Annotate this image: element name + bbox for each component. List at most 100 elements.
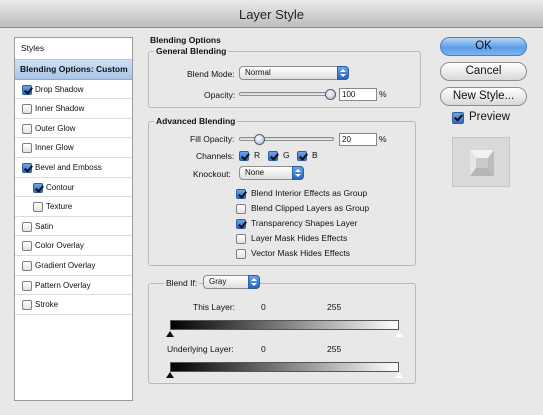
advanced-option-checkbox[interactable]: Vector Mask Hides Effects	[236, 248, 351, 259]
underlying-layer-white-slider[interactable]	[394, 371, 404, 379]
blend-if-label: Blend If:	[164, 278, 200, 288]
style-checkbox[interactable]	[22, 123, 32, 134]
style-item-label: Stroke	[35, 300, 59, 310]
blending-options-title: Blending Options	[150, 35, 221, 45]
channel-r-label: R	[254, 150, 261, 160]
checkbox-icon	[236, 234, 246, 244]
this-layer-white-slider[interactable]	[394, 330, 404, 338]
underlying-layer-black-slider[interactable]	[166, 372, 174, 378]
checkbox-icon	[236, 249, 246, 259]
style-item[interactable]: Gradient Overlay	[15, 256, 132, 276]
channels-label: Channels:	[196, 151, 235, 161]
style-preview-thumbnail	[452, 137, 510, 187]
advanced-option-label: Layer Mask Hides Effects	[251, 233, 348, 243]
preview-checkbox[interactable]: Preview	[452, 111, 510, 124]
opacity-slider-knob[interactable]	[325, 89, 336, 100]
styles-list: Styles Blending Options: Custom Drop Shad…	[14, 37, 133, 401]
general-blending-title: General Blending	[154, 46, 229, 56]
opacity-field[interactable]: 100	[339, 88, 377, 101]
checkbox-icon	[452, 112, 464, 124]
style-item[interactable]: Color Overlay	[15, 236, 132, 256]
style-item[interactable]: Texture	[15, 197, 132, 217]
style-item[interactable]: Contour	[15, 178, 132, 198]
style-checkbox[interactable]	[22, 104, 32, 115]
opacity-slider[interactable]	[239, 92, 334, 96]
style-item[interactable]: Outer Glow	[15, 119, 132, 139]
this-layer-min: 0	[261, 302, 266, 312]
channel-b-checkbox[interactable]: B	[297, 150, 318, 161]
channel-g-checkbox[interactable]: G	[268, 150, 290, 161]
underlying-layer-gradient-bar	[170, 362, 399, 372]
advanced-option-label: Blend Clipped Layers as Group	[251, 203, 370, 213]
style-item-label: Drop Shadow	[35, 84, 84, 94]
style-item-label: Blending Options: Custom	[20, 64, 128, 74]
style-item-label: Inner Glow	[35, 143, 74, 153]
cancel-button[interactable]: Cancel	[440, 62, 527, 81]
style-item-label: Satin	[35, 221, 54, 231]
blend-if-select[interactable]: Gray	[203, 275, 260, 289]
this-layer-max: 255	[327, 302, 342, 312]
style-item[interactable]: Stroke	[15, 295, 132, 315]
knockout-value: None	[245, 168, 265, 177]
this-layer-label: This Layer:	[193, 302, 236, 312]
opacity-label: Opacity:	[204, 90, 236, 100]
checkbox-icon	[297, 151, 307, 161]
blend-mode-value: Normal	[245, 68, 271, 77]
popup-arrows-icon	[337, 66, 349, 80]
style-item-label: Bevel and Emboss	[35, 162, 102, 172]
style-checkbox[interactable]	[22, 221, 32, 232]
style-item-label: Texture	[46, 202, 73, 212]
style-checkbox[interactable]	[22, 260, 32, 271]
this-layer-gradient-bar	[170, 320, 399, 330]
new-style-button[interactable]: New Style...	[440, 87, 527, 106]
style-checkbox[interactable]	[22, 162, 32, 173]
preview-label: Preview	[469, 111, 510, 123]
popup-arrows-icon	[248, 275, 260, 289]
style-item[interactable]: Satin	[15, 217, 132, 237]
channel-r-checkbox[interactable]: R	[239, 150, 261, 161]
advanced-option-label: Vector Mask Hides Effects	[251, 248, 351, 258]
style-checkbox[interactable]	[22, 84, 32, 95]
advanced-option-checkbox[interactable]: Blend Clipped Layers as Group	[236, 203, 370, 214]
style-checkbox[interactable]	[33, 202, 43, 213]
ok-button[interactable]: OK	[440, 37, 527, 56]
style-item[interactable]: Bevel and Emboss	[15, 158, 132, 178]
advanced-option-label: Blend Interior Effects as Group	[251, 188, 368, 198]
style-checkbox[interactable]	[22, 280, 32, 291]
style-item[interactable]: Pattern Overlay	[15, 276, 132, 296]
opacity-percent-label: %	[379, 89, 387, 99]
preview-swatch-icon	[470, 150, 494, 176]
style-checkbox[interactable]	[22, 241, 32, 252]
blend-mode-label: Blend Mode:	[187, 69, 235, 79]
advanced-option-checkbox[interactable]: Blend Interior Effects as Group	[236, 188, 368, 199]
checkbox-icon	[236, 189, 246, 199]
checkbox-icon	[268, 151, 278, 161]
style-item[interactable]: Inner Glow	[15, 138, 132, 158]
window-title-bar[interactable]: Layer Style	[0, 0, 543, 28]
style-item-label: Outer Glow	[35, 123, 76, 133]
advanced-option-label: Transparency Shapes Layer	[251, 218, 358, 228]
style-item-label: Color Overlay	[35, 241, 84, 251]
blend-mode-select[interactable]: Normal	[239, 66, 349, 80]
checkbox-icon	[239, 151, 249, 161]
channel-g-label: G	[283, 150, 290, 160]
this-layer-black-slider[interactable]	[166, 331, 174, 337]
style-checkbox[interactable]	[33, 182, 43, 193]
style-item[interactable]: Blending Options: Custom	[15, 60, 132, 80]
channel-b-label: B	[312, 150, 318, 160]
advanced-option-checkbox[interactable]: Layer Mask Hides Effects	[236, 233, 348, 244]
advanced-option-checkbox[interactable]: Transparency Shapes Layer	[236, 218, 358, 229]
knockout-select[interactable]: None	[239, 166, 304, 180]
style-item-label: Contour	[46, 182, 75, 192]
style-checkbox[interactable]	[22, 300, 32, 311]
style-item[interactable]: Drop Shadow	[15, 80, 132, 100]
underlying-layer-label: Underlying Layer:	[167, 344, 234, 354]
styles-header[interactable]: Styles	[15, 38, 132, 60]
style-item-label: Pattern Overlay	[35, 280, 91, 290]
style-item[interactable]: Inner Shadow	[15, 99, 132, 119]
fill-opacity-slider-knob[interactable]	[253, 134, 265, 145]
fill-opacity-field[interactable]: 20	[339, 133, 377, 146]
blend-if-value: Gray	[209, 277, 227, 286]
style-checkbox[interactable]	[22, 143, 32, 154]
checkbox-icon	[236, 219, 246, 229]
